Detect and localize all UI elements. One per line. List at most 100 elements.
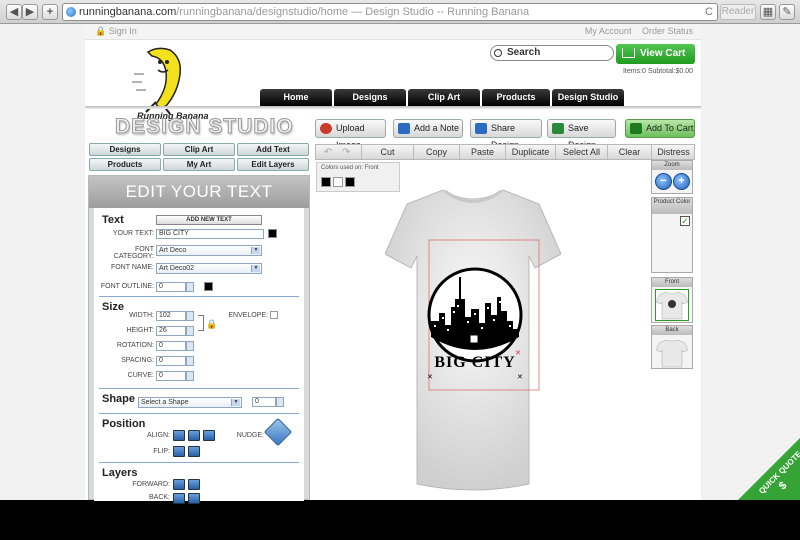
outline-color-swatch[interactable]	[204, 282, 213, 291]
paste-button[interactable]: Paste	[459, 145, 505, 159]
your-text-input[interactable]: BIG CITY	[156, 229, 264, 239]
spacing-stepper[interactable]	[186, 356, 194, 366]
sign-in-link[interactable]: 🔒 Sign In	[95, 26, 137, 37]
width-input[interactable]: 102	[156, 311, 186, 321]
align-right-icon[interactable]	[203, 430, 215, 441]
rotation-input[interactable]: 0	[156, 341, 186, 351]
search-input[interactable]: Search	[490, 45, 614, 61]
curve-input[interactable]: 0	[156, 371, 186, 381]
zoom-in-icon[interactable]: +	[673, 173, 690, 190]
clear-button[interactable]: Clear	[607, 145, 651, 159]
tab-designs[interactable]: Designs	[89, 143, 161, 156]
selected-color-checkmark-icon[interactable]: ✓	[680, 216, 690, 226]
move-to-back-icon[interactable]	[188, 493, 200, 504]
tab-add-text[interactable]: Add Text	[237, 143, 309, 156]
width-label: WIDTH:	[129, 312, 154, 319]
page-title-in-url: — Design Studio -- Running Banana	[348, 6, 530, 18]
shape-select[interactable]: Select a Shape ▼	[138, 397, 242, 408]
height-input[interactable]: 26	[156, 326, 186, 336]
font-name-value: Art Deco02	[159, 265, 195, 272]
align-left-icon[interactable]	[173, 430, 185, 441]
reload-icon[interactable]: C	[705, 4, 713, 20]
duplicate-button[interactable]: Duplicate	[505, 145, 555, 159]
curve-stepper[interactable]	[186, 371, 194, 381]
my-account-link[interactable]: My Account	[585, 26, 632, 36]
undo-icon[interactable]: ↶	[324, 147, 332, 158]
wrench-icon[interactable]: ✎	[779, 4, 795, 20]
reader-button[interactable]: Reader	[720, 4, 756, 20]
move-to-front-icon[interactable]	[188, 479, 200, 490]
back-tshirt-thumbnail-icon[interactable]	[655, 337, 689, 368]
width-stepper[interactable]	[186, 311, 194, 321]
share-design-button[interactable]: Share Design	[470, 119, 542, 150]
quick-quote-button[interactable]: QUICK QUOTE $	[738, 438, 800, 500]
add-note-button[interactable]: Add a Note	[393, 119, 463, 138]
save-icon	[552, 123, 564, 134]
flip-vertical-icon[interactable]	[188, 446, 200, 457]
font-category-label: FONT CATEGORY:	[113, 246, 154, 260]
cart-icon	[622, 48, 635, 58]
font-outline-stepper[interactable]	[186, 282, 194, 292]
address-bar[interactable]: runningbanana.com/runningbanana/designst…	[62, 3, 718, 21]
font-outline-input[interactable]: 0	[156, 282, 186, 292]
shape-amount-input[interactable]: 0	[252, 397, 276, 407]
copy-button[interactable]: Copy	[413, 145, 459, 159]
position-section-title: Position	[102, 418, 146, 430]
tab-edit-layers[interactable]: Edit Layers	[237, 158, 309, 171]
nav-design-studio[interactable]: Design Studio	[552, 89, 624, 106]
select-all-button[interactable]: Select All	[555, 145, 607, 159]
font-category-select[interactable]: Art Deco ▼	[156, 245, 262, 256]
back-view-panel[interactable]: Back	[651, 325, 693, 369]
move-forward-icon[interactable]	[173, 479, 185, 490]
back-button[interactable]: ◀	[6, 4, 22, 20]
distress-button[interactable]: Distress	[651, 145, 695, 159]
nav-products[interactable]: Products	[482, 89, 550, 106]
design-text[interactable]: BIG CITY	[434, 354, 515, 371]
height-stepper[interactable]	[186, 326, 194, 336]
tab-clip-art[interactable]: Clip Art	[163, 143, 235, 156]
zoom-out-icon[interactable]: −	[655, 173, 672, 190]
font-name-select[interactable]: Art Deco02 ▼	[156, 263, 262, 274]
redo-icon[interactable]: ↷	[342, 147, 350, 158]
extensions-icon[interactable]: ▦	[760, 4, 776, 20]
note-icon	[398, 123, 410, 134]
tab-my-art[interactable]: My Art	[163, 158, 235, 171]
back-label: Back	[652, 326, 692, 335]
forward-button[interactable]: ▶	[22, 4, 38, 20]
product-color-label: Product Color	[652, 198, 692, 214]
tab-products[interactable]: Products	[89, 158, 161, 171]
envelope-label: ENVELOPE:	[228, 312, 268, 319]
nav-clip-art[interactable]: Clip Art	[408, 89, 480, 106]
front-view-panel[interactable]: Front	[651, 277, 693, 323]
align-center-icon[interactable]	[188, 430, 200, 441]
text-color-swatch[interactable]	[268, 229, 277, 238]
front-label: Front	[652, 278, 692, 287]
flip-horizontal-icon[interactable]	[173, 446, 185, 457]
spacing-input[interactable]: 0	[156, 356, 186, 366]
spacing-label: SPACING:	[121, 357, 154, 364]
flip-label: FLIP:	[153, 448, 170, 455]
shape-section-title: Shape	[102, 393, 136, 405]
share-icon	[475, 123, 487, 134]
big-city-design[interactable]: BIG CITY ✕ ✕ ✕	[425, 267, 525, 391]
height-label: HEIGHT:	[126, 327, 154, 334]
envelope-checkbox[interactable]	[270, 311, 278, 319]
add-to-cart-button[interactable]: Add To Cart	[625, 119, 695, 138]
front-tshirt-thumbnail-icon[interactable]	[655, 289, 689, 321]
upload-image-button[interactable]: Upload Image	[315, 119, 386, 150]
nav-designs[interactable]: Designs	[334, 89, 406, 106]
shape-amount-stepper[interactable]	[276, 397, 284, 407]
edit-text-panel: EDIT YOUR TEXT Text ADD NEW TEXT YOUR TE…	[88, 175, 310, 504]
move-back-icon[interactable]	[173, 493, 185, 504]
cut-button[interactable]: Cut	[361, 145, 413, 159]
quick-quote-corner	[738, 438, 800, 500]
new-tab-button[interactable]: +	[42, 4, 58, 20]
view-cart-button[interactable]: View Cart	[616, 44, 695, 64]
order-status-link[interactable]: Order Status	[642, 26, 693, 36]
lock-icon[interactable]: 🔒	[206, 319, 217, 330]
nav-home[interactable]: Home	[260, 89, 332, 106]
rotation-stepper[interactable]	[186, 341, 194, 351]
nudge-arrows-icon[interactable]	[263, 417, 293, 447]
save-design-button[interactable]: Save Design	[547, 119, 616, 150]
add-new-text-button[interactable]: ADD NEW TEXT	[156, 215, 262, 225]
